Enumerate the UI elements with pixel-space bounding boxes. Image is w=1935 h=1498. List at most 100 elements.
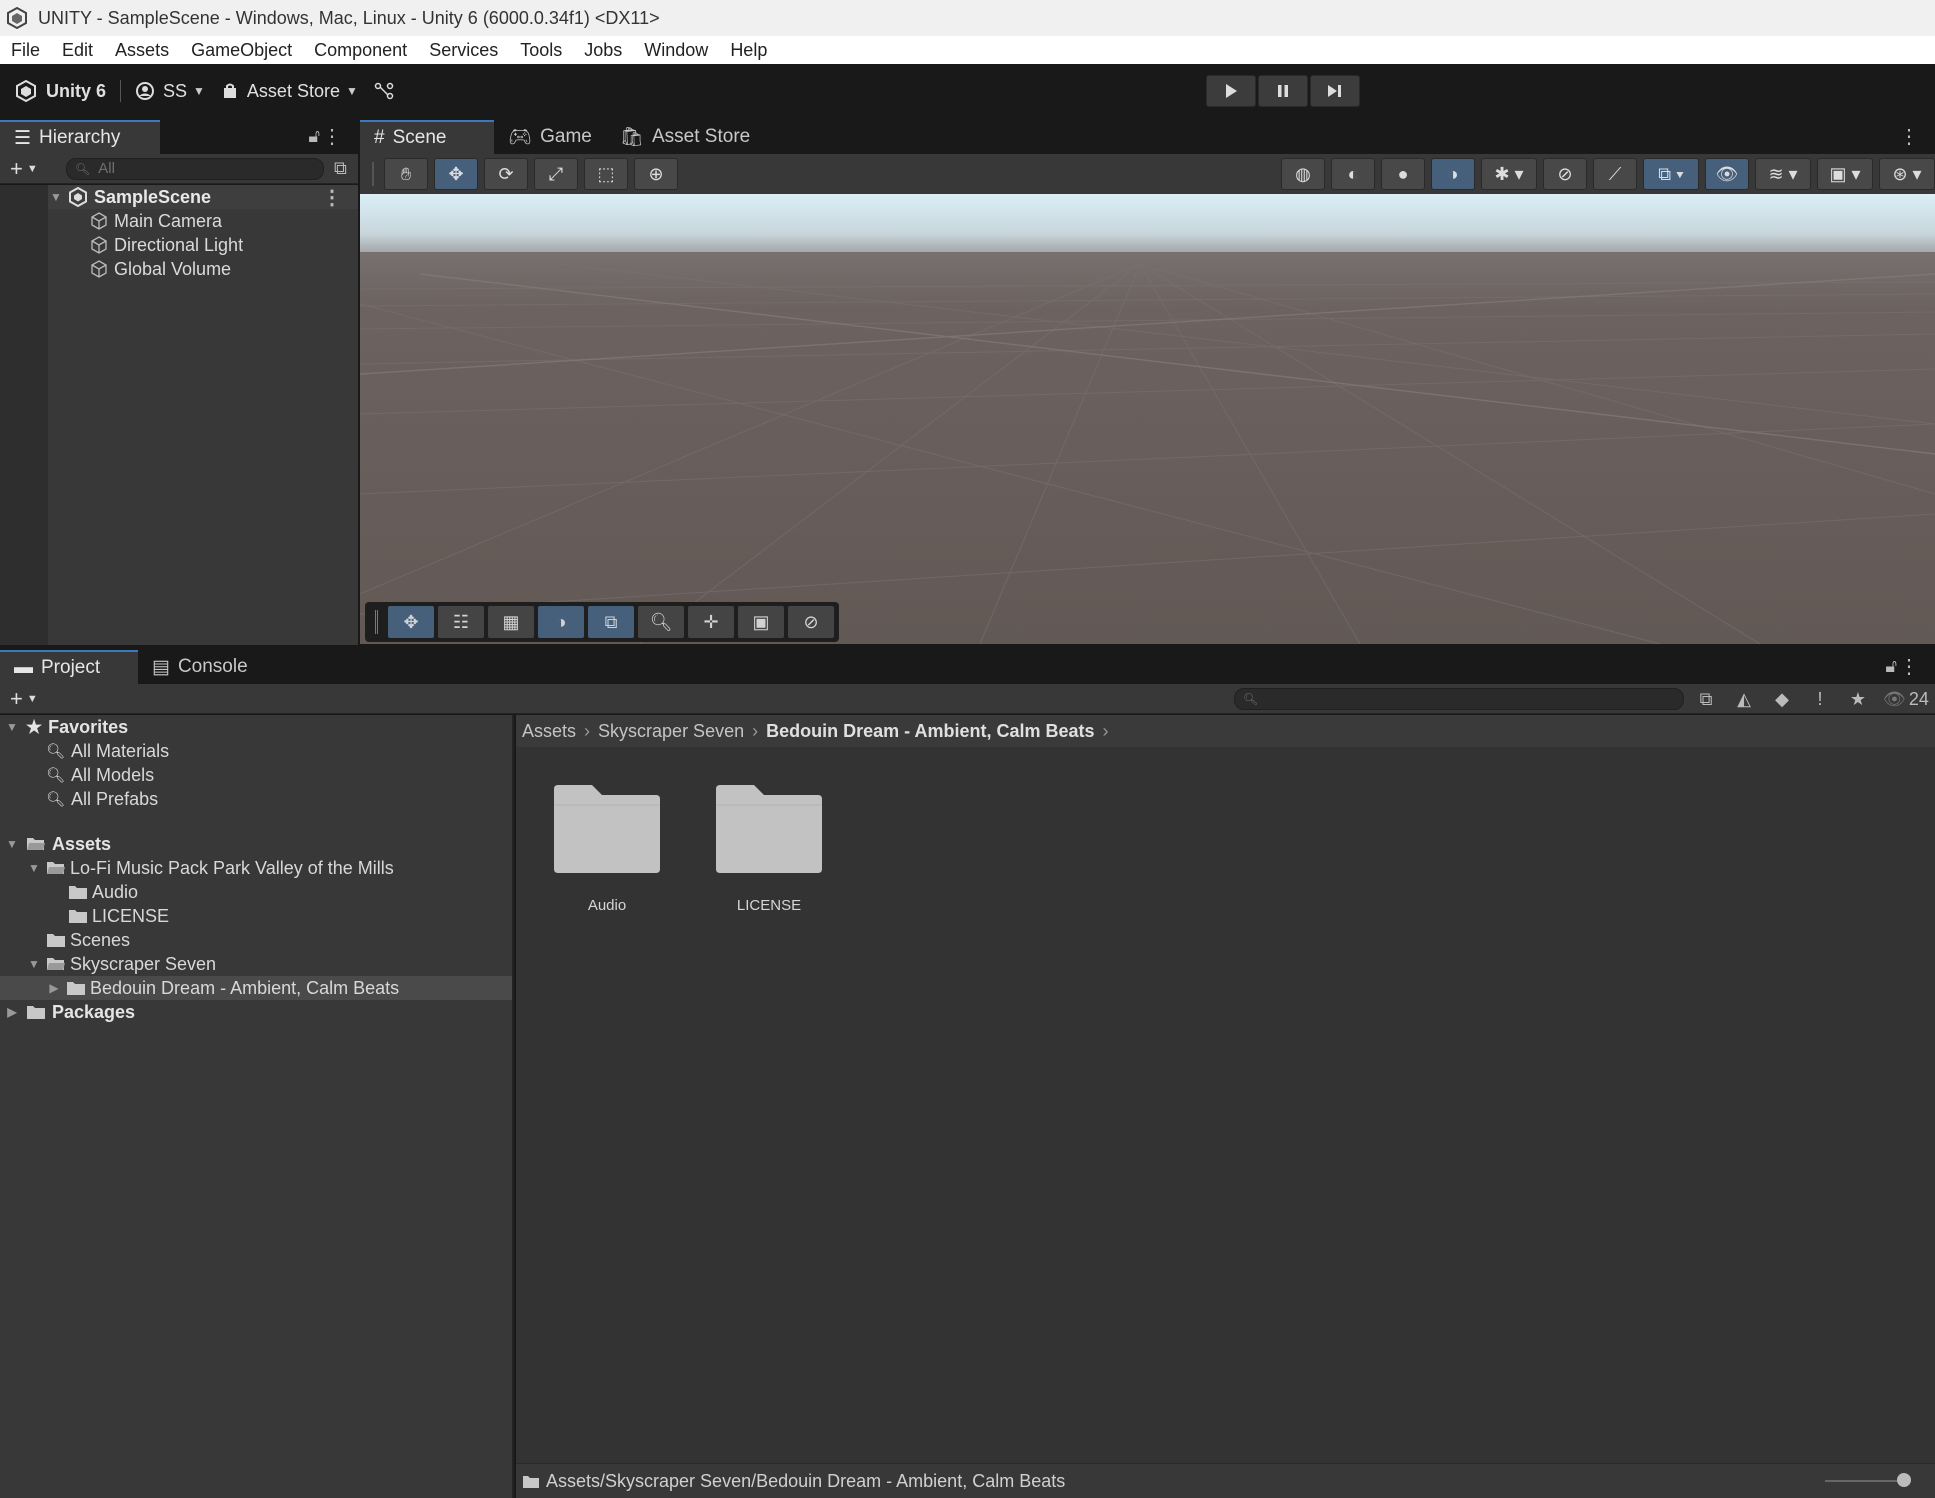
expand-arrow-icon[interactable]: ▶ [4,1005,20,1019]
tree-all-models[interactable]: 🔍︎ All Models [46,763,154,787]
gizmos-dropdown[interactable]: ⊛ ▾ [1879,158,1935,190]
tree-all-prefabs[interactable]: 🔍︎ All Prefabs [46,787,158,811]
tree-scenes-folder[interactable]: Scenes [46,928,130,952]
project-search-input[interactable]: 🔍︎ [1234,687,1684,710]
hierarchy-item-directional-light[interactable]: Directional Light [48,233,243,257]
tab-game[interactable]: 🎮︎ Game [494,120,606,154]
filter-by-type-icon[interactable]: ◭ [1725,684,1763,714]
menu-edit[interactable]: Edit [51,40,104,61]
camera-settings-dropdown[interactable]: ▣ ▾ [1817,158,1873,190]
tab-console[interactable]: ▤ Console [138,650,262,684]
tree-license-folder[interactable]: LICENSE [68,904,169,928]
play-button[interactable] [1206,75,1256,107]
hand-tool-button[interactable]: ✋︎ [384,158,428,190]
visibility-toggle-button[interactable]: 👁︎ [1705,158,1749,190]
rotate-tool-button[interactable]: ⟳ [484,158,528,190]
hierarchy-item-main-camera[interactable]: Main Camera [48,209,222,233]
layers-toggle-button[interactable]: ⧉ ▾ [1643,158,1699,190]
pause-button[interactable] [1258,75,1308,107]
search-options-icon[interactable]: ⧉ [334,158,347,179]
tree-bedouin-folder[interactable]: ▶ Bedouin Dream - Ambient, Calm Beats [0,976,512,1000]
expand-arrow-icon[interactable]: ▶ [46,981,62,995]
expand-arrow-icon[interactable]: ▼ [48,190,64,204]
tree-all-materials[interactable]: 🔍︎ All Materials [46,739,169,763]
asset-tile-license[interactable]: LICENSE [709,783,829,914]
overlay-search-button[interactable]: 🔍︎ [638,606,684,638]
draw-mode-button[interactable]: ◍ [1281,158,1325,190]
asset-tile-audio[interactable]: Audio [547,783,667,914]
menu-assets[interactable]: Assets [104,40,180,61]
menu-file[interactable]: File [0,40,51,61]
tab-hierarchy[interactable]: ☰ Hierarchy [0,120,160,154]
scene-viewport[interactable] [360,194,1935,644]
overlay-tool-settings-button[interactable]: ☷ [438,606,484,638]
overlay-grid-button[interactable]: ▦ [488,606,534,638]
debug-draw-button[interactable]: ✱ ▾ [1481,158,1537,190]
tab-scene[interactable]: # Scene [360,120,494,154]
expand-arrow-icon[interactable]: ▼ [26,957,42,971]
scale-tool-button[interactable]: ⤢ [534,158,578,190]
breadcrumb-skyscraper[interactable]: Skyscraper Seven [598,721,744,742]
create-asset-button[interactable]: + ▼ [0,686,44,712]
breadcrumb-bedouin[interactable]: Bedouin Dream - Ambient, Calm Beats [766,721,1094,742]
tree-skyscraper-folder[interactable]: ▼ Skyscraper Seven [26,952,216,976]
tree-packages[interactable]: ▶ Packages [4,1000,135,1024]
shading-shaded-button[interactable]: ● [1381,158,1425,190]
icon-size-slider-track[interactable] [1825,1480,1905,1482]
overlay-camera-button[interactable]: ▣ [738,606,784,638]
expand-arrow-icon[interactable]: ▼ [4,720,20,734]
menu-tools[interactable]: Tools [509,40,573,61]
drag-handle[interactable] [375,610,378,634]
overlay-compass-button[interactable]: ⊘ [788,606,834,638]
tree-assets[interactable]: ▼ Assets [4,832,111,856]
breadcrumb-assets[interactable]: Assets [522,721,576,742]
effects-toggle-button[interactable]: ⟋ [1593,158,1637,190]
asset-store-dropdown[interactable]: Asset Store ▼ [213,75,366,107]
lock-icon[interactable]: 🔓︎ [308,126,320,147]
lighting-toggle-button[interactable]: ◑ [1431,158,1475,190]
menu-help[interactable]: Help [719,40,778,61]
tree-favorites[interactable]: ▼ ★ Favorites [4,715,128,739]
overlay-layers-button[interactable]: ⧉ [588,606,634,638]
drag-handle[interactable] [372,162,374,186]
tree-audio-folder[interactable]: Audio [68,880,138,904]
menu-jobs[interactable]: Jobs [573,40,633,61]
layer-visibility-dropdown[interactable]: ≋ ▾ [1755,158,1811,190]
rect-tool-button[interactable]: ⬚ [584,158,628,190]
transform-tool-button[interactable]: ⊕ [634,158,678,190]
icon-size-slider-handle[interactable] [1897,1473,1911,1487]
kebab-menu-icon[interactable]: ⋮ [1899,654,1919,679]
filter-by-label-icon[interactable]: ◆ [1763,684,1801,714]
audio-toggle-button[interactable]: ⊘ [1543,158,1587,190]
lock-icon[interactable]: 🔓︎ [1885,656,1897,677]
hidden-packages-toggle[interactable]: 👁︎ 24 [1877,684,1935,714]
kebab-menu-icon[interactable]: ⋮ [322,124,342,149]
kebab-menu-icon[interactable]: ⋮ [1899,124,1919,149]
favorite-star-icon[interactable]: ★ [1839,684,1877,714]
version-control-button[interactable] [366,75,402,107]
menu-window[interactable]: Window [633,40,719,61]
add-object-button[interactable]: + ▼ [0,156,44,182]
hierarchy-search-input[interactable]: 🔍︎ All [66,157,324,180]
move-tool-button[interactable]: ✥ [434,158,478,190]
account-dropdown[interactable]: SS ▼ [127,75,213,107]
overlay-move-button[interactable]: ✥ [388,606,434,638]
search-options-icon[interactable]: ⧉ [1687,684,1725,714]
kebab-menu-icon[interactable]: ⋮ [322,185,342,210]
filter-by-log-icon[interactable]: ! [1801,684,1839,714]
step-button[interactable] [1310,75,1360,107]
expand-arrow-icon[interactable]: ▼ [26,861,42,875]
menu-component[interactable]: Component [303,40,418,61]
overlay-pivot-button[interactable]: ✛ [688,606,734,638]
hierarchy-item-global-volume[interactable]: Global Volume [48,257,231,281]
menu-services[interactable]: Services [418,40,509,61]
unity-version-button[interactable]: Unity 6 [6,75,114,107]
hierarchy-scene-row[interactable]: ▼ SampleScene ⋮ [48,185,358,209]
tab-asset-store[interactable]: 🛍︎ Asset Store [606,120,764,154]
overlay-lighting-button[interactable]: ◑ [538,606,584,638]
expand-arrow-icon[interactable]: ▼ [4,837,20,851]
tree-lofi-folder[interactable]: ▼ Lo-Fi Music Pack Park Valley of the Mi… [26,856,394,880]
shading-wireframe-button[interactable]: ◐ [1331,158,1375,190]
tab-project[interactable]: ▬ Project [0,650,138,684]
chevron-right-icon[interactable]: › [1103,721,1109,742]
